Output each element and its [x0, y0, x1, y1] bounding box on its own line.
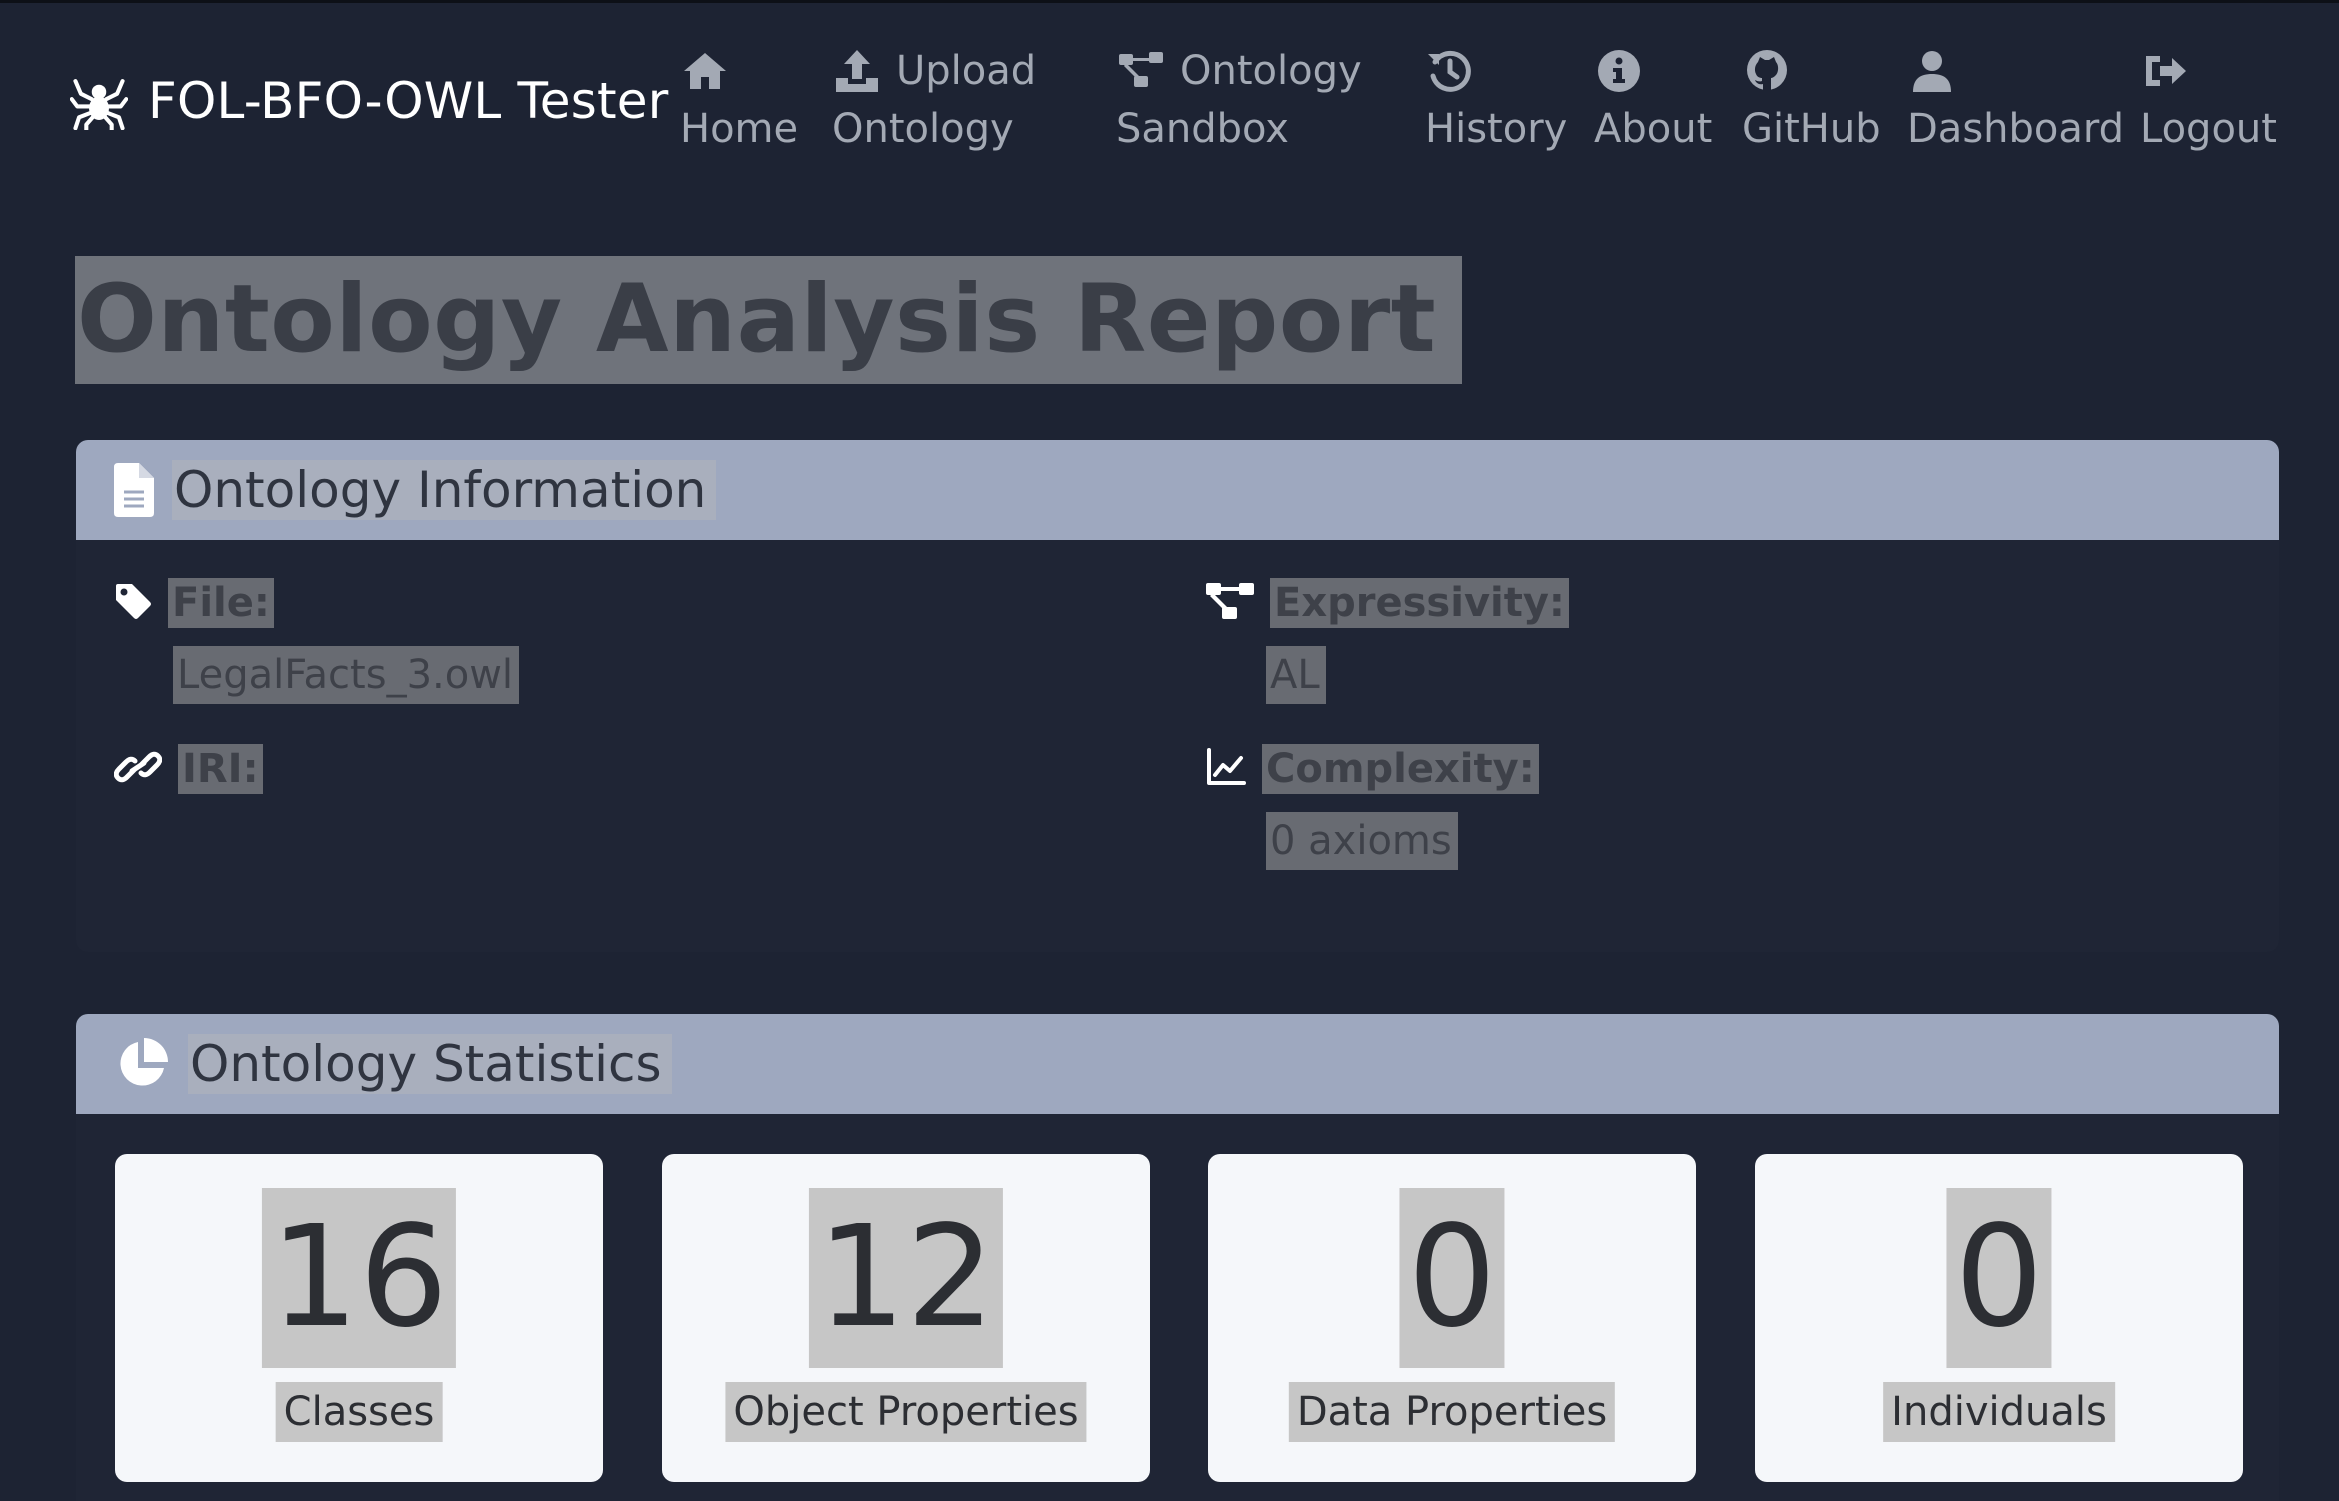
stat-label: Data Properties [1288, 1382, 1616, 1442]
nav-ontology-sandbox[interactable]: Ontology Sandbox [1116, 42, 1362, 158]
stat-individuals: 0 Individuals [1755, 1154, 2243, 1482]
brand-title: FOL-BFO-OWL Tester [148, 72, 669, 130]
brand-link[interactable]: FOL-BFO-OWL Tester [70, 66, 669, 136]
ontology-information-header: Ontology Information [76, 440, 2279, 540]
user-icon [1907, 46, 1957, 96]
nav-github[interactable]: GitHub [1742, 42, 1881, 158]
nav-sandbox-label-top: Ontology [1180, 48, 1362, 94]
expressivity-label: Expressivity: [1270, 578, 1569, 628]
stat-label: Object Properties [725, 1382, 1087, 1442]
page-title: Ontology Analysis Report [75, 256, 1463, 384]
github-icon [1742, 46, 1792, 96]
ontology-information-card: Ontology Information File: LegalFacts_3.… [76, 440, 2279, 952]
tag-icon [114, 582, 152, 624]
stat-label: Individuals [1883, 1382, 2115, 1442]
sitemap-icon [1206, 581, 1254, 625]
nav-github-label: GitHub [1742, 106, 1881, 152]
file-label: File: [168, 578, 274, 628]
file-icon [114, 463, 154, 517]
stat-label: Classes [275, 1382, 443, 1442]
top-edge [0, 0, 2339, 3]
expressivity-label-row: Expressivity: [1206, 578, 1569, 628]
file-label-row: File: [114, 578, 274, 628]
nav-upload-ontology[interactable]: Upload Ontology [832, 42, 1036, 158]
expressivity-value: AL [1266, 646, 1326, 704]
nav-home[interactable]: Home [680, 42, 798, 158]
nav-dashboard-label: Dashboard [1907, 106, 2125, 152]
sitemap-icon [1116, 46, 1166, 96]
stat-data-properties: 0 Data Properties [1208, 1154, 1696, 1482]
stat-object-properties: 12 Object Properties [662, 1154, 1150, 1482]
home-icon [680, 46, 730, 96]
history-icon [1425, 46, 1475, 96]
chart-line-icon [1206, 748, 1246, 790]
sign-out-icon [2140, 46, 2190, 96]
nav-sandbox-label-bottom: Sandbox [1116, 106, 1289, 152]
nav-logout[interactable]: Logout [2140, 42, 2277, 158]
stat-value: 16 [261, 1188, 457, 1368]
ontology-information-title: Ontology Information [172, 460, 717, 520]
stat-value: 12 [808, 1188, 1004, 1368]
nav-upload-label-bottom: Ontology [832, 106, 1014, 152]
nav-about[interactable]: About [1594, 42, 1712, 158]
nav-history[interactable]: History [1425, 42, 1567, 158]
upload-icon [832, 46, 882, 96]
ontology-statistics-title: Ontology Statistics [188, 1034, 672, 1094]
spider-icon [70, 79, 128, 130]
nav-logout-label: Logout [2140, 106, 2277, 152]
iri-label-row: IRI: [113, 744, 263, 794]
nav-upload-label-top: Upload [896, 48, 1037, 94]
nav-dashboard[interactable]: Dashboard [1907, 42, 2124, 158]
nav-history-label: History [1425, 106, 1568, 152]
stat-value: 0 [1946, 1188, 2052, 1368]
link-icon [113, 748, 163, 790]
info-circle-icon [1594, 46, 1644, 96]
nav-home-label: Home [680, 106, 799, 152]
nav-about-label: About [1594, 106, 1713, 152]
pie-chart-icon [114, 1036, 170, 1092]
complexity-label-row: Complexity: [1206, 744, 1539, 794]
ontology-statistics-header: Ontology Statistics [76, 1014, 2279, 1114]
complexity-label: Complexity: [1262, 744, 1539, 794]
file-value: LegalFacts_3.owl [173, 646, 520, 704]
iri-label: IRI: [178, 744, 263, 794]
stat-classes: 16 Classes [115, 1154, 603, 1482]
stat-value: 0 [1399, 1188, 1505, 1368]
complexity-value: 0 axioms [1266, 812, 1458, 870]
